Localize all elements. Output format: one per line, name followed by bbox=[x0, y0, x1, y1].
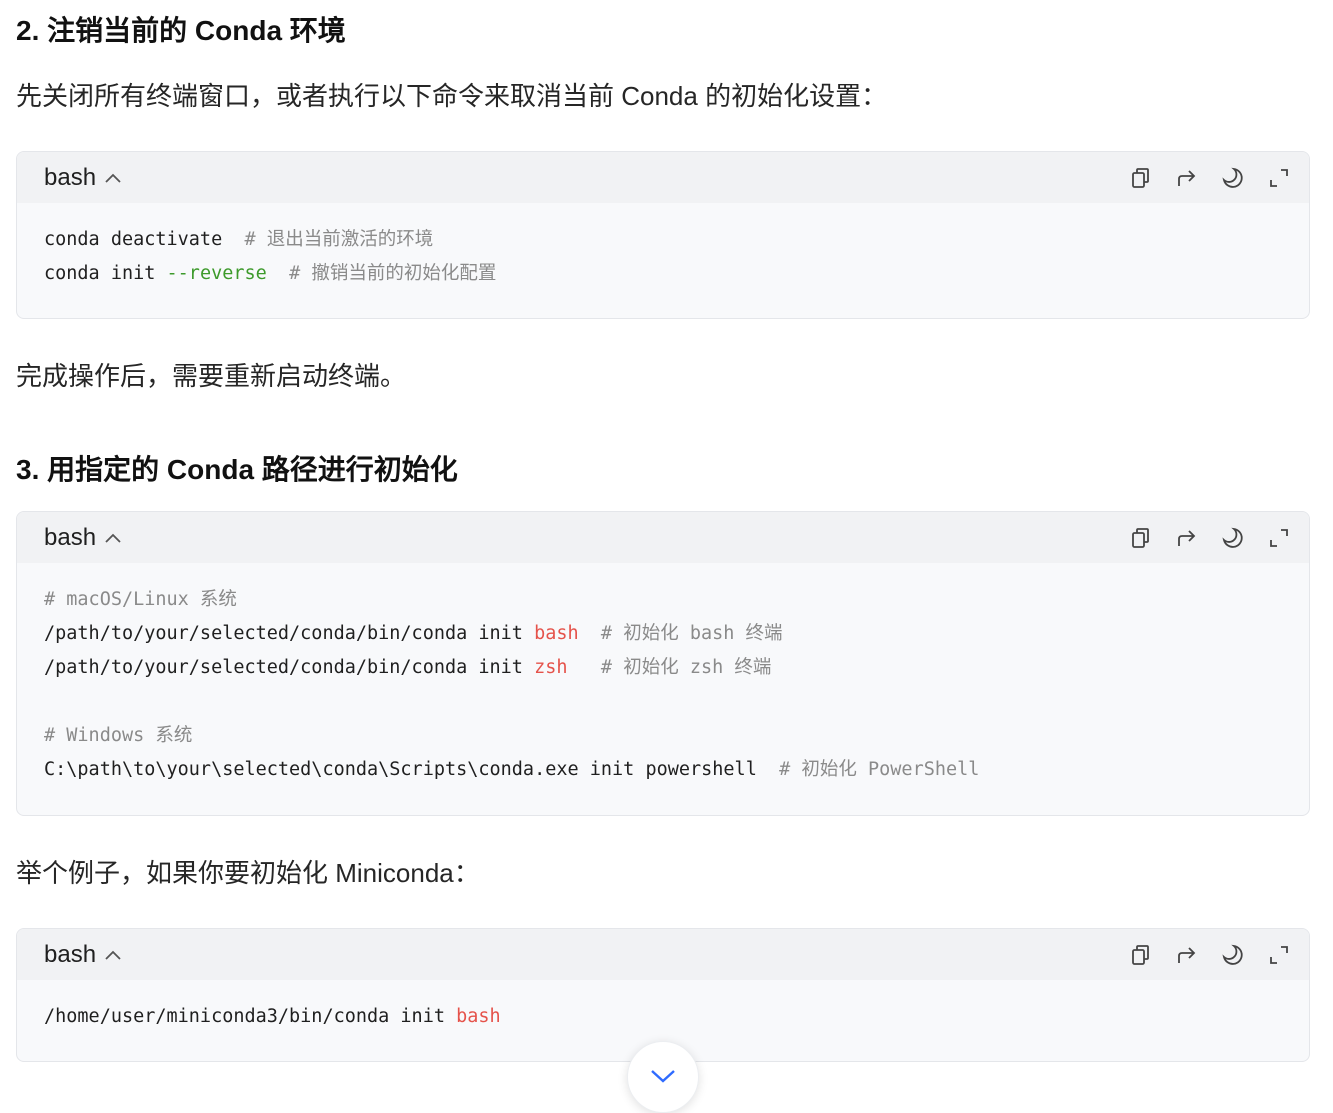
code-token-comment: # 退出当前激活的环境 bbox=[244, 229, 434, 250]
language-toggle[interactable]: bash bbox=[44, 929, 122, 980]
code-line: /home/user/miniconda3/bin/conda init bas… bbox=[44, 1000, 1282, 1034]
language-label: bash bbox=[44, 940, 97, 968]
chevron-up-icon bbox=[105, 533, 121, 543]
code-token-plain: /home/user/miniconda3/bin/conda init bbox=[44, 1006, 457, 1027]
code-token-plain: C:\path\to\your\selected\conda\Scripts\c… bbox=[44, 759, 780, 780]
code-line: conda init --reverse # 撤销当前的初始化配置 bbox=[44, 257, 1282, 291]
copy-icon bbox=[1132, 527, 1149, 548]
code-line: /path/to/your/selected/conda/bin/conda i… bbox=[44, 651, 1282, 685]
section-2-title: 2. 注销当前的 Conda 环境 bbox=[16, 15, 346, 46]
copy-icon bbox=[1132, 944, 1149, 965]
chevron-up-icon bbox=[105, 950, 121, 960]
copy-icon bbox=[1132, 167, 1149, 188]
code-token-comment: # 初始化 bash 终端 bbox=[600, 623, 783, 644]
code-token-flag: --reverse bbox=[166, 263, 267, 284]
copy-button[interactable] bbox=[1129, 943, 1153, 967]
code-token-plain: /path/to/your/selected/conda/bin/conda i… bbox=[44, 657, 535, 678]
moon-icon bbox=[1222, 944, 1243, 965]
moon-icon bbox=[1222, 167, 1243, 188]
wrap-lines-icon bbox=[1178, 169, 1196, 186]
code-block: bash conda deactivate # 退出当前激活的环境 conda i… bbox=[16, 151, 1310, 319]
section-3-title: 3. 用指定的 Conda 路径进行初始化 bbox=[16, 454, 458, 485]
code-line: # Windows 系统 bbox=[44, 719, 1282, 753]
copy-button[interactable] bbox=[1129, 526, 1153, 550]
wrap-lines-icon bbox=[1178, 946, 1196, 963]
code-token-keyword: bash bbox=[456, 1006, 501, 1027]
code-token-comment: # 撤销当前的初始化配置 bbox=[289, 263, 497, 284]
expand-icon bbox=[1270, 945, 1288, 964]
code-token-comment: # Windows 系统 bbox=[44, 725, 193, 746]
code-token-comment: # 初始化 zsh 终端 bbox=[600, 657, 772, 678]
code-block-header: bash bbox=[17, 152, 1309, 203]
expand-icon bbox=[1270, 528, 1288, 547]
code-toolbar bbox=[1129, 152, 1291, 203]
moon-icon bbox=[1222, 527, 1243, 548]
language-toggle[interactable]: bash bbox=[44, 152, 122, 203]
wrap-lines-button[interactable] bbox=[1175, 943, 1199, 967]
wrap-lines-icon bbox=[1178, 529, 1196, 546]
code-token-keyword: bash bbox=[534, 623, 579, 644]
code-block-header: bash bbox=[17, 512, 1309, 563]
code-line: conda deactivate # 退出当前激活的环境 bbox=[44, 223, 1282, 257]
code-token-comment: # 初始化 PowerShell bbox=[779, 759, 980, 780]
section-2-intro: 先关闭所有终端窗口，或者执行以下命令来取消当前 Conda 的初始化设置： bbox=[16, 81, 888, 111]
code-token-keyword: zsh bbox=[534, 657, 568, 678]
chevron-up-icon bbox=[105, 173, 121, 183]
code-block-header: bash bbox=[17, 929, 1309, 980]
code-content: # macOS/Linux 系统/path/to/your/selected/c… bbox=[17, 563, 1309, 787]
theme-toggle-button[interactable] bbox=[1221, 526, 1245, 550]
code-line: # macOS/Linux 系统 bbox=[44, 583, 1282, 617]
expand-icon bbox=[1270, 168, 1288, 187]
section-2-after: 完成操作后，需要重新启动终端。 bbox=[16, 361, 407, 391]
code-toolbar bbox=[1129, 512, 1291, 563]
theme-toggle-button[interactable] bbox=[1221, 166, 1245, 190]
scroll-to-bottom-button[interactable] bbox=[627, 1041, 699, 1113]
code-token-plain: conda init bbox=[44, 263, 167, 284]
language-label: bash bbox=[44, 523, 97, 551]
code-block: bash # macOS/Linux 系统/path/to/your/selec… bbox=[16, 511, 1310, 816]
code-token-comment: # macOS/Linux 系统 bbox=[44, 589, 237, 610]
code-content: /home/user/miniconda3/bin/conda init bas… bbox=[17, 980, 1309, 1034]
language-toggle[interactable]: bash bbox=[44, 512, 122, 563]
section-3-example: 举个例子，如果你要初始化 Miniconda： bbox=[16, 858, 480, 888]
chevron-down-icon bbox=[651, 1070, 675, 1083]
code-token-plain: conda deactivate bbox=[44, 229, 245, 250]
code-token-plain: /path/to/your/selected/conda/bin/conda i… bbox=[44, 623, 535, 644]
code-line: C:\path\to\your\selected\conda\Scripts\c… bbox=[44, 753, 1282, 787]
wrap-lines-button[interactable] bbox=[1175, 526, 1199, 550]
code-line: /path/to/your/selected/conda/bin/conda i… bbox=[44, 617, 1282, 651]
theme-toggle-button[interactable] bbox=[1221, 943, 1245, 967]
expand-button[interactable] bbox=[1267, 166, 1291, 190]
language-label: bash bbox=[44, 163, 97, 191]
copy-button[interactable] bbox=[1129, 166, 1153, 190]
code-content: conda deactivate # 退出当前激活的环境 conda init -… bbox=[17, 203, 1309, 291]
code-toolbar bbox=[1129, 929, 1291, 980]
expand-button[interactable] bbox=[1267, 526, 1291, 550]
expand-button[interactable] bbox=[1267, 943, 1291, 967]
wrap-lines-button[interactable] bbox=[1175, 166, 1199, 190]
